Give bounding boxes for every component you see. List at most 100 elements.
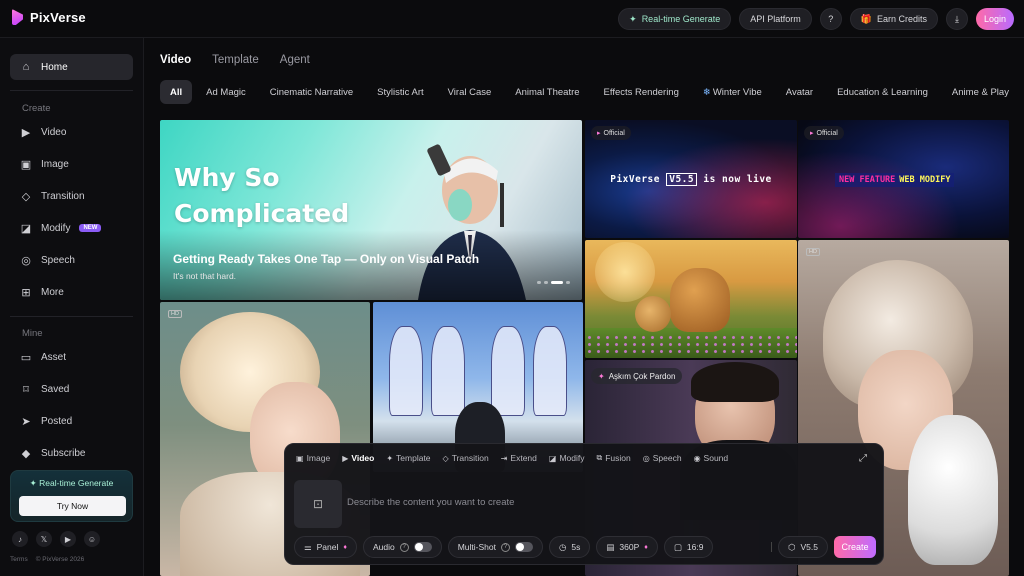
upload-image-button[interactable]: ⊡ <box>294 480 342 528</box>
chip-cinematic-narrative[interactable]: Cinematic Narrative <box>260 80 363 104</box>
multishot-toggle[interactable]: Multi-Shot? <box>447 536 543 558</box>
hero-subtitle: Getting Ready Takes One Tap — Only on Vi… <box>173 252 480 266</box>
sidebar-item-transition[interactable]: ◇ Transition <box>10 183 133 209</box>
carousel-dot[interactable] <box>544 281 548 284</box>
api-label: API Platform <box>750 14 801 24</box>
sun-glow <box>595 242 655 302</box>
logo[interactable]: PixVerse <box>12 9 86 25</box>
chip-stylistic-art[interactable]: Stylistic Art <box>367 80 433 104</box>
sketch-figure <box>533 326 567 416</box>
model-select[interactable]: ⬡ V5.5 <box>778 536 828 558</box>
chip-effects-rendering[interactable]: Effects Rendering <box>594 80 689 104</box>
cub-figure <box>635 296 671 332</box>
sidebar-item-modify[interactable]: ◪ Modify NEW <box>10 215 133 241</box>
carousel-dots[interactable] <box>537 281 570 284</box>
sidebar-item-video[interactable]: ▶ Video <box>10 119 133 145</box>
x-icon[interactable]: 𝕏 <box>36 531 52 547</box>
mode-tab-fusion[interactable]: ⧉ Fusion <box>597 453 631 463</box>
tab-template[interactable]: Template <box>212 54 259 66</box>
fusion-icon: ⧉ <box>596 453 603 462</box>
mode-tab-modify[interactable]: ◪ Modify <box>549 453 585 463</box>
owl-figure <box>908 415 998 565</box>
carousel-dot-active[interactable] <box>551 281 563 284</box>
chip-winter-vibe[interactable]: ❄ Winter Vibe <box>693 80 772 104</box>
mode-tab-sound[interactable]: ◉ Sound <box>694 453 729 463</box>
help-icon: ? <box>828 14 834 24</box>
audio-label: Audio <box>372 542 395 552</box>
resolution-select[interactable]: ▤ 360P ♦ <box>596 536 658 558</box>
api-platform-button[interactable]: API Platform <box>739 8 812 30</box>
chip-ad-magic[interactable]: Ad Magic <box>196 80 256 104</box>
help-button[interactable]: ? <box>819 8 842 30</box>
sidebar-item-label: Saved <box>41 383 70 395</box>
chip-anime[interactable]: Anime & Play <box>942 80 1019 104</box>
mode-tab-label: Image <box>306 453 331 463</box>
banner-text: NEW FEATURE WEB MODIFY <box>835 173 955 187</box>
bookmark-icon: ⌑ <box>23 383 29 396</box>
banner-part2: WEB MODIFY <box>899 175 951 185</box>
create-button[interactable]: Create <box>834 536 876 558</box>
duration-select[interactable]: ◷ 5s <box>548 536 591 558</box>
terms-link[interactable]: Terms <box>10 556 28 563</box>
download-app-button[interactable]: ⤓ <box>946 8 968 30</box>
mode-tab-label: Extend <box>510 453 537 463</box>
official-badge: ▸ Official <box>804 126 844 140</box>
home-icon: ⌂ <box>22 61 30 73</box>
earn-credits-button[interactable]: 🎁 Earn Credits <box>849 8 938 30</box>
prompt-input[interactable]: Describe the content you want to create <box>347 497 514 508</box>
sidebar-item-home[interactable]: ⌂ Home <box>10 54 133 80</box>
mode-tab-label: Sound <box>703 453 729 463</box>
chip-education[interactable]: Education & Learning <box>827 80 938 104</box>
logo-text: PixVerse <box>30 9 86 25</box>
pixverse-logo-icon: ▸ <box>597 130 601 137</box>
tab-agent[interactable]: Agent <box>280 54 310 66</box>
aspect-ratio-select[interactable]: ▢ 16:9 <box>663 536 714 558</box>
chip-animal-theatre[interactable]: Animal Theatre <box>505 80 589 104</box>
chip-all[interactable]: All <box>160 80 193 104</box>
audio-switch[interactable] <box>413 542 432 552</box>
divider <box>771 542 773 552</box>
panel-button[interactable]: ⚌ Panel ♦ <box>294 536 357 558</box>
mode-tab-video[interactable]: ▶ Video <box>342 453 374 463</box>
multishot-label: Multi-Shot <box>457 542 496 552</box>
carousel-dot[interactable] <box>537 281 541 284</box>
multishot-switch[interactable] <box>514 542 533 552</box>
sidebar-item-label: Subscribe <box>41 447 86 459</box>
sidebar-item-more[interactable]: ⊞ More <box>10 279 133 305</box>
sidebar-item-label: Speech <box>41 254 75 266</box>
sidebar-item-label: Transition <box>41 190 85 202</box>
add-image-icon: ⊡ <box>312 497 324 511</box>
sidebar-item-image[interactable]: ▣ Image <box>10 151 133 177</box>
youtube-icon[interactable]: ▶ <box>60 531 76 547</box>
audio-toggle[interactable]: Audio? <box>362 536 442 558</box>
sidebar-item-saved[interactable]: ⌑ Saved <box>10 376 133 402</box>
try-now-button[interactable]: Try Now <box>19 496 126 516</box>
lion-video-card[interactable] <box>585 240 797 358</box>
tab-video[interactable]: Video <box>160 54 191 66</box>
discord-icon[interactable]: ☺ <box>84 531 100 547</box>
login-button[interactable]: Login <box>976 8 1014 30</box>
expand-icon[interactable]: ⤢ <box>859 453 867 464</box>
hero-banner[interactable]: Why So Complicated Getting Ready Takes O… <box>160 120 582 300</box>
mode-tab-transition[interactable]: ◇ Transition <box>443 453 489 463</box>
chip-viral-case[interactable]: Viral Case <box>438 80 502 104</box>
pixverse-v55-banner[interactable]: ▸ Official PixVerse V5.5 is now live <box>585 120 797 238</box>
tiktok-icon[interactable]: ♪ <box>12 531 28 547</box>
mode-tab-image[interactable]: ▣ Image <box>296 453 330 463</box>
banner-suffix: is now live <box>703 174 772 185</box>
realtime-generate-button[interactable]: ✦ Real-time Generate <box>618 8 732 30</box>
mode-tab-template[interactable]: ✦ Template <box>386 453 430 463</box>
clock-icon: ◷ <box>558 541 567 552</box>
sidebar-item-speech[interactable]: ◎ Speech <box>10 247 133 273</box>
chip-avatar[interactable]: Avatar <box>776 80 823 104</box>
model-value: V5.5 <box>800 542 819 552</box>
mode-tab-extend[interactable]: ⇥ Extend <box>501 453 537 463</box>
mode-tab-speech[interactable]: ◎ Speech <box>643 453 682 463</box>
carousel-dot[interactable] <box>566 281 570 284</box>
sidebar-item-subscribe[interactable]: ◆ Subscribe <box>10 440 133 466</box>
top-bar: PixVerse ✦ Real-time Generate API Platfo… <box>0 0 1024 38</box>
sidebar-item-asset[interactable]: ▭ Asset <box>10 344 133 370</box>
banner-version: V5.5 <box>666 173 698 186</box>
web-modify-banner[interactable]: ▸ Official NEW FEATURE WEB MODIFY <box>798 120 1009 238</box>
sidebar-item-posted[interactable]: ➤ Posted <box>10 408 133 434</box>
